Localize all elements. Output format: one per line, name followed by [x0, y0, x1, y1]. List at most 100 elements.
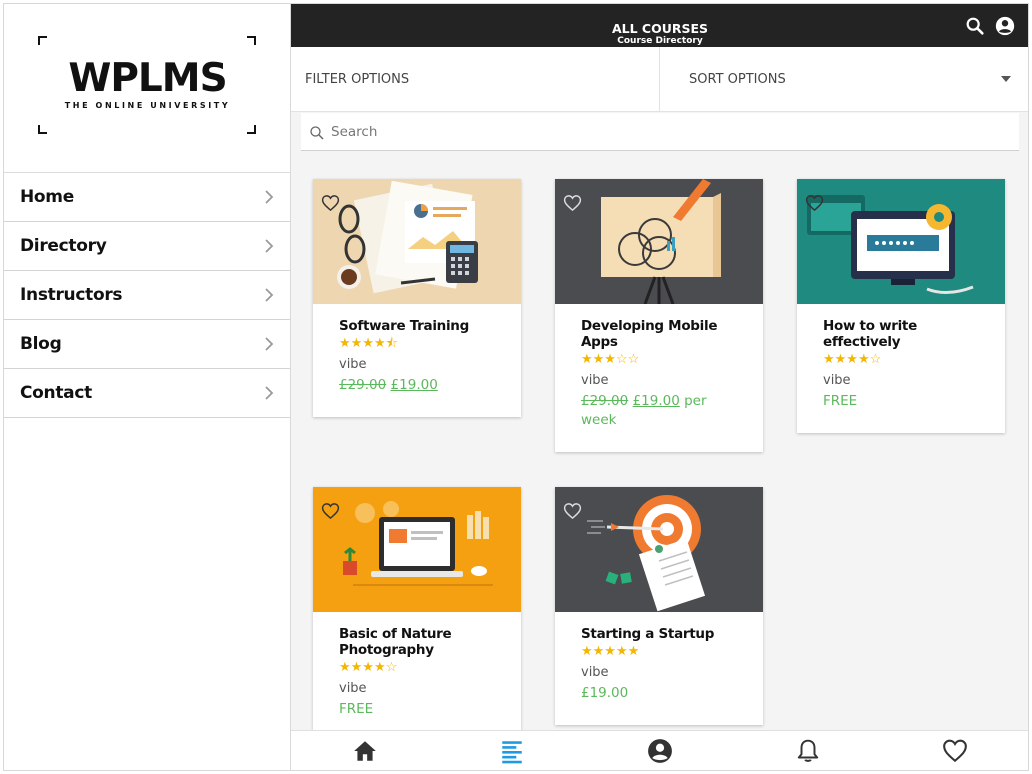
course-card[interactable]: Developing Mobile Apps ★★★☆☆ vibe £29.00…	[555, 179, 763, 452]
course-thumbnail	[555, 179, 763, 304]
course-price: £19.00	[581, 684, 743, 703]
sort-options-dropdown[interactable]: SORT OPTIONS	[660, 47, 1028, 111]
page-subtitle: Course Directory	[617, 36, 703, 46]
logo-corner	[247, 36, 256, 45]
course-title[interactable]: Developing Mobile Apps	[581, 318, 743, 350]
course-info: Basic of Nature Photography ★★★★☆ vibe F…	[313, 612, 521, 731]
course-info: Developing Mobile Apps ★★★☆☆ vibe £29.00…	[555, 304, 763, 442]
bottom-nav-profile[interactable]	[586, 731, 734, 770]
course-card[interactable]: Software Training ★★★★⯪ vibe £29.00 £19.…	[313, 179, 521, 417]
heart-icon[interactable]	[321, 194, 340, 212]
search-icon[interactable]	[964, 15, 986, 37]
course-thumbnail	[313, 487, 521, 612]
search-icon	[310, 126, 324, 140]
chevron-right-icon	[265, 190, 274, 204]
course-thumbnail	[313, 179, 521, 304]
logo-subtitle: THE ONLINE UNIVERSITY	[64, 101, 231, 110]
course-title[interactable]: How to write effectively	[823, 318, 985, 350]
sidebar-item-label: Contact	[20, 383, 92, 403]
sidebar-item-label: Instructors	[20, 285, 123, 305]
search-input[interactable]	[331, 123, 981, 140]
course-illustration	[337, 180, 478, 294]
sidebar: WPLMS THE ONLINE UNIVERSITY Home Directo…	[4, 4, 291, 770]
price-original: £29.00	[581, 393, 629, 409]
course-price: FREE	[339, 700, 501, 719]
course-illustration	[343, 501, 493, 586]
account-icon	[648, 738, 672, 763]
course-author[interactable]: vibe	[581, 373, 743, 388]
caret-down-icon	[1001, 76, 1011, 82]
course-title[interactable]: Software Training	[339, 318, 501, 334]
rating-stars: ★★★☆☆	[581, 351, 640, 366]
account-icon[interactable]	[994, 15, 1016, 37]
course-author[interactable]: vibe	[581, 665, 743, 680]
price-free: FREE	[823, 393, 858, 409]
home-icon	[353, 740, 376, 761]
course-illustration	[807, 195, 974, 294]
price-sale: £19.00	[390, 377, 438, 393]
sidebar-item-home[interactable]: Home	[4, 173, 290, 222]
chevron-right-icon	[265, 337, 274, 351]
logo-corner	[247, 125, 256, 134]
course-thumbnail	[797, 179, 1005, 304]
course-card[interactable]: Basic of Nature Photography ★★★★☆ vibe F…	[313, 487, 521, 737]
chevron-right-icon	[265, 239, 274, 253]
course-author[interactable]: vibe	[339, 357, 501, 372]
heart-icon[interactable]	[563, 194, 582, 212]
price-free: FREE	[339, 701, 374, 717]
bottom-nav-notifications[interactable]	[734, 731, 882, 770]
course-card[interactable]: Starting a Startup ★★★★★ vibe £19.00	[555, 487, 763, 725]
course-author[interactable]: vibe	[339, 681, 501, 696]
page-title: ALL COURSES	[611, 21, 709, 36]
course-title[interactable]: Basic of Nature Photography	[339, 626, 501, 658]
course-illustration	[587, 495, 706, 612]
logo-corner	[38, 125, 47, 134]
course-price: FREE	[823, 392, 985, 411]
course-illustration	[601, 179, 721, 304]
search-bar	[301, 113, 1019, 151]
rating-stars: ★★★★⯪	[339, 335, 398, 350]
heart-icon	[943, 739, 968, 762]
main-content: ALL COURSES Course Directory FILTER OPTI…	[291, 4, 1028, 770]
course-info: How to write effectively ★★★★☆ vibe FREE	[797, 304, 1005, 423]
price-original: £29.00	[339, 377, 387, 393]
logo-title: WPLMS	[68, 56, 227, 101]
sidebar-item-directory[interactable]: Directory	[4, 222, 290, 271]
heart-icon[interactable]	[563, 502, 582, 520]
filter-options-button[interactable]: FILTER OPTIONS	[291, 47, 660, 111]
sidebar-item-contact[interactable]: Contact	[4, 369, 290, 418]
course-info: Starting a Startup ★★★★★ vibe £19.00	[555, 612, 763, 715]
sidebar-item-instructors[interactable]: Instructors	[4, 271, 290, 320]
course-price: £29.00 £19.00	[339, 376, 501, 395]
filter-bar: FILTER OPTIONS SORT OPTIONS	[291, 47, 1028, 112]
bottom-nav-courses[interactable]	[439, 731, 587, 770]
list-icon	[502, 740, 523, 763]
heart-icon[interactable]	[805, 194, 824, 212]
bottom-nav	[291, 730, 1028, 770]
course-price: £29.00 £19.00 per week	[581, 392, 743, 430]
course-author[interactable]: vibe	[823, 373, 985, 388]
sidebar-item-label: Directory	[20, 236, 107, 256]
heart-icon[interactable]	[321, 502, 340, 520]
sidebar-item-label: Home	[20, 187, 74, 207]
sidebar-item-label: Blog	[20, 334, 62, 354]
sidebar-item-blog[interactable]: Blog	[4, 320, 290, 369]
logo-corner	[38, 36, 47, 45]
course-title[interactable]: Starting a Startup	[581, 626, 743, 642]
course-thumbnail	[555, 487, 763, 612]
bell-icon	[797, 739, 818, 762]
bottom-nav-home[interactable]	[291, 731, 439, 770]
sort-options-label: SORT OPTIONS	[689, 71, 786, 87]
chevron-right-icon	[265, 386, 274, 400]
top-bar: ALL COURSES Course Directory	[291, 4, 1028, 47]
course-info: Software Training ★★★★⯪ vibe £29.00 £19.…	[313, 304, 521, 407]
app-frame: WPLMS THE ONLINE UNIVERSITY Home Directo…	[3, 3, 1029, 771]
rating-stars: ★★★★★	[581, 643, 640, 658]
bottom-nav-wishlist[interactable]	[881, 731, 1028, 770]
rating-stars: ★★★★☆	[339, 659, 398, 674]
price-current: £19.00	[581, 685, 629, 701]
course-card[interactable]: How to write effectively ★★★★☆ vibe FREE	[797, 179, 1005, 433]
rating-stars: ★★★★☆	[823, 351, 882, 366]
chevron-right-icon	[265, 288, 274, 302]
logo[interactable]: WPLMS THE ONLINE UNIVERSITY	[4, 4, 290, 173]
